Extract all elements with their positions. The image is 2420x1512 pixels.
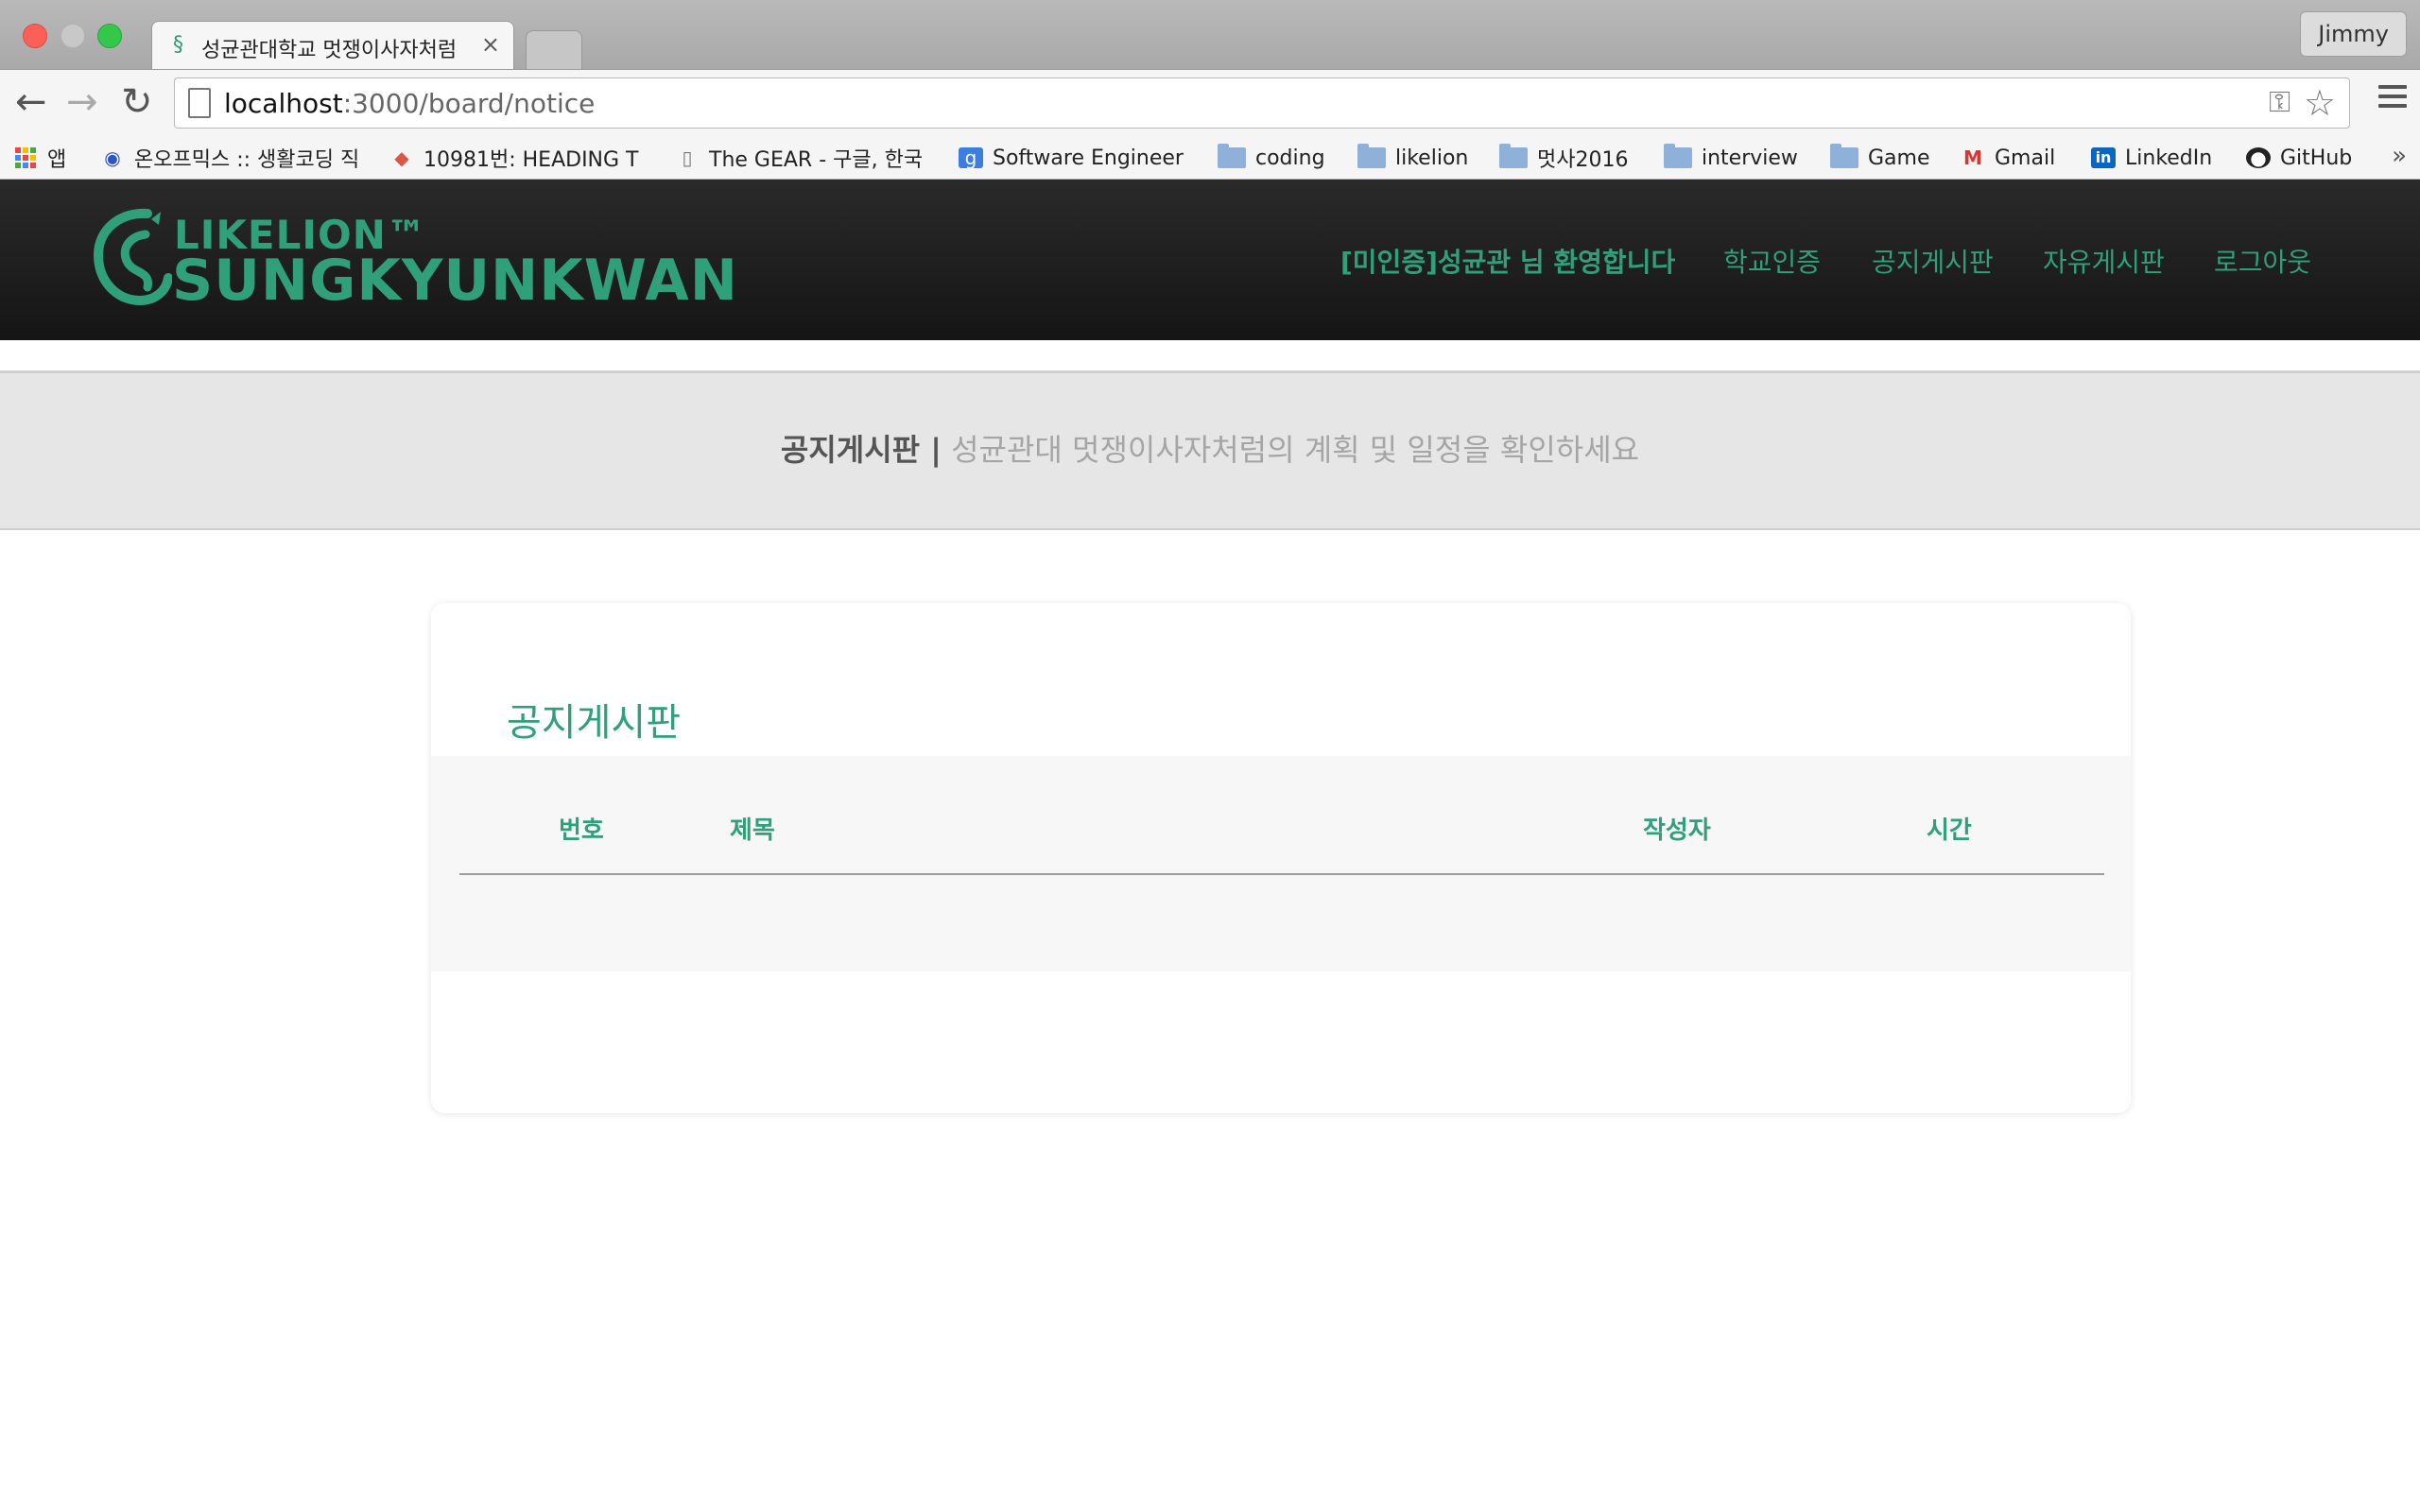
window-close-button[interactable]	[23, 24, 47, 48]
browser-titlebar: § 성균관대학교 멋쟁이사자처럼 × Jimmy	[0, 0, 2420, 71]
bookmark-github[interactable]: ● GitHub	[2246, 144, 2352, 172]
bookmark-heading[interactable]: ◆ 10981번: HEADING T	[389, 144, 638, 172]
gmail-icon: M	[1963, 146, 1982, 169]
site-header: LIKELION™ SUNGKYUNKWAN [미인증]성균관 님 환영합니다 …	[0, 180, 2420, 340]
bookmark-software-engineer[interactable]: g Software Engineer	[959, 144, 1184, 172]
nav-free-board[interactable]: 자유게시판	[2043, 242, 2165, 280]
bookmark-game[interactable]: Game	[1830, 144, 1930, 172]
subheader-title: 공지게시판 |	[780, 432, 942, 468]
window-maximize-button[interactable]	[97, 24, 122, 48]
notice-board-card: 공지게시판 번호 제목 작성자 시간	[431, 603, 2131, 1113]
board-table: 번호 제목 작성자 시간	[431, 756, 2131, 971]
nav-notice-board[interactable]: 공지게시판	[1872, 242, 1994, 280]
bookmark-gmail[interactable]: M Gmail	[1961, 144, 2055, 172]
folder-icon	[1499, 144, 1528, 168]
lion-logo-icon	[93, 208, 172, 306]
bookmarks-overflow-button[interactable]: »	[2392, 142, 2407, 170]
key-icon[interactable]: ⚿	[2269, 86, 2290, 119]
logo-text-sungkyunkwan: SUNGKYUNKWAN	[172, 248, 738, 314]
window-minimize-button[interactable]	[60, 24, 85, 48]
tab-close-icon[interactable]: ×	[481, 31, 500, 58]
browser-tab-active[interactable]: § 성균관대학교 멋쟁이사자처럼 ×	[151, 21, 514, 71]
address-bar[interactable]: localhost:3000/board/notice ⚿ ☆	[174, 77, 2350, 129]
likelion-favicon-icon: §	[173, 33, 183, 57]
bookmarks-bar: 앱 ◉ 온오프믹스 :: 생활코딩 직 ◆ 10981번: HEADING T …	[0, 136, 2420, 180]
column-header-number: 번호	[559, 816, 604, 845]
subheader-description: 성균관대 멋쟁이사자처럼의 계획 및 일정을 확인하세요	[951, 432, 1640, 468]
linkedin-icon: in	[2091, 147, 2116, 168]
bookmark-coding[interactable]: coding	[1218, 144, 1325, 172]
hamburger-menu-icon[interactable]	[2378, 85, 2407, 113]
column-header-author: 작성자	[1643, 816, 1711, 845]
bookmark-apps[interactable]: 앱	[15, 144, 66, 172]
page-icon: ◆	[394, 146, 409, 169]
browser-toolbar: ← → ↻ localhost:3000/board/notice ⚿ ☆	[0, 69, 2420, 137]
tab-title: 성균관대학교 멋쟁이사자처럼	[201, 39, 458, 62]
nav-school-verify[interactable]: 학교인증	[1723, 242, 1821, 280]
profile-button[interactable]: Jimmy	[2300, 11, 2407, 57]
folder-icon	[1218, 144, 1246, 168]
new-tab-button[interactable]	[526, 30, 582, 69]
google-icon: g	[959, 147, 983, 168]
bookmark-the-gear[interactable]: ▯ The GEAR - 구글, 한국	[675, 144, 923, 172]
folder-icon	[1357, 144, 1386, 168]
apps-grid-icon	[15, 147, 36, 168]
page-icon	[188, 88, 211, 118]
bookmark-onoffmix[interactable]: ◉ 온오프믹스 :: 생활코딩 직	[100, 144, 359, 172]
column-header-time: 시간	[1927, 816, 1972, 845]
bookmark-meotsa2016[interactable]: 멋사2016	[1499, 144, 1628, 172]
nav-logout[interactable]: 로그아웃	[2214, 242, 2311, 280]
page-subheader: 공지게시판 | 성균관대 멋쟁이사자처럼의 계획 및 일정을 확인하세요	[0, 370, 2420, 530]
star-icon[interactable]: ☆	[2304, 82, 2336, 124]
bookmark-linkedin[interactable]: in LinkedIn	[2091, 144, 2212, 172]
reload-icon[interactable]: ↻	[121, 81, 153, 123]
url-text[interactable]: localhost:3000/board/notice	[224, 88, 595, 119]
board-title: 공지게시판	[507, 701, 681, 745]
onoffmix-icon: ◉	[104, 146, 121, 169]
welcome-message: [미인증]성균관 님 환영합니다	[1340, 247, 1676, 278]
arrow-right-icon[interactable]: →	[66, 81, 98, 123]
bookmark-interview[interactable]: interview	[1664, 144, 1798, 172]
arrow-left-icon[interactable]: ←	[15, 81, 47, 123]
folder-icon	[1830, 144, 1858, 168]
github-icon: ●	[2246, 147, 2271, 168]
folder-icon	[1664, 144, 1692, 168]
column-header-title: 제목	[730, 816, 775, 845]
bookmark-likelion[interactable]: likelion	[1357, 144, 1468, 172]
table-header-divider	[459, 873, 2104, 875]
document-icon: ▯	[682, 146, 693, 169]
